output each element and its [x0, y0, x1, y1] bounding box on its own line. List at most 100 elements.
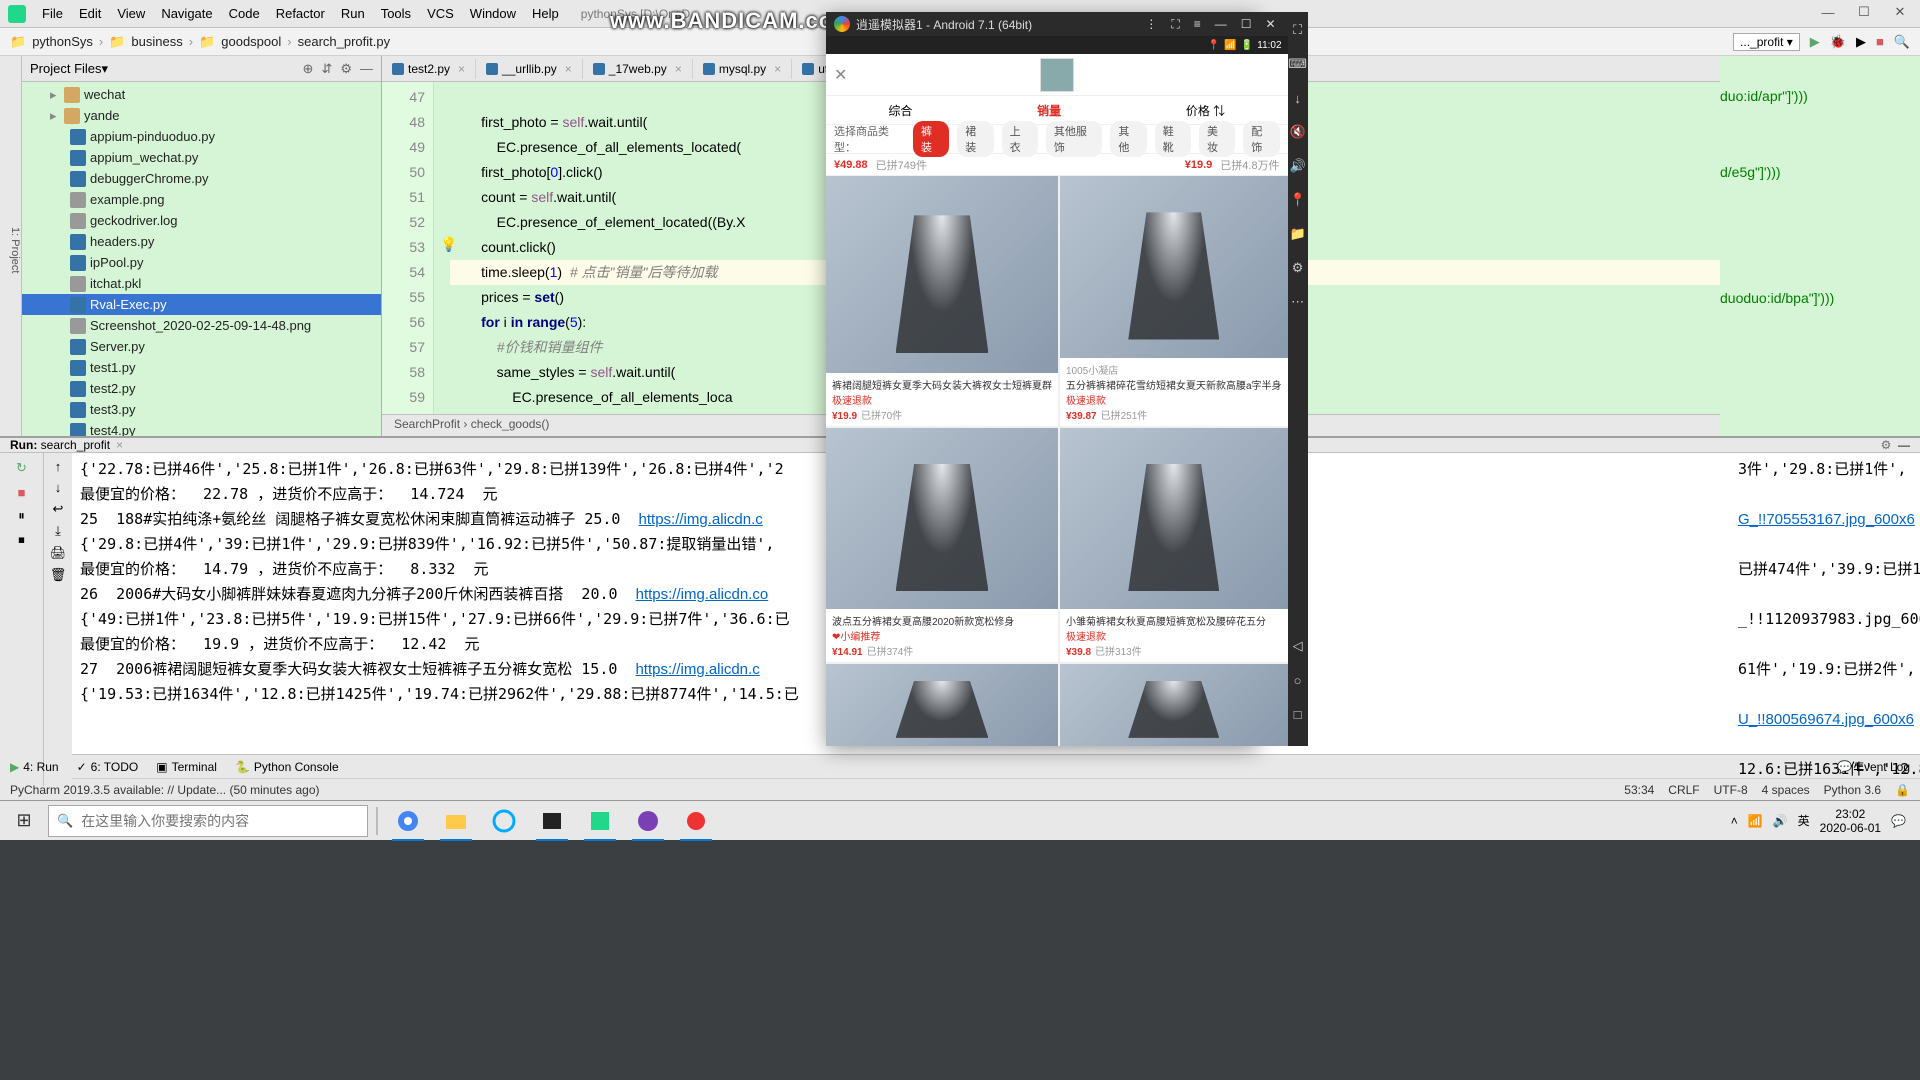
- gps-icon[interactable]: 📍: [1288, 190, 1308, 210]
- window-minimize-icon[interactable]: —: [1814, 2, 1842, 22]
- notification-icon[interactable]: 💬: [1891, 814, 1906, 828]
- sort-price[interactable]: 价格 ⇅: [1186, 102, 1225, 119]
- back-icon[interactable]: ✕: [834, 65, 847, 85]
- window-close-icon[interactable]: ✕: [1886, 2, 1914, 22]
- collapse-icon[interactable]: ⇵: [321, 61, 332, 77]
- explorer-app-icon[interactable]: [434, 801, 478, 841]
- tab-terminal[interactable]: ▣ Terminal: [156, 760, 217, 774]
- tray-sound-icon[interactable]: 🔊: [1773, 814, 1788, 828]
- tree-folder[interactable]: ▸yande: [22, 105, 381, 126]
- tray-network-icon[interactable]: 📶: [1748, 814, 1763, 828]
- run-settings-icon[interactable]: ⚙: [1881, 438, 1892, 452]
- system-tray[interactable]: ˄ 📶 🔊 英 23:02 2020-06-01 💬: [1731, 807, 1916, 835]
- emu-more-icon[interactable]: ⋮: [1141, 17, 1161, 31]
- menu-run[interactable]: Run: [335, 4, 371, 23]
- product-image[interactable]: [826, 176, 1058, 373]
- tree-file[interactable]: test4.py: [22, 420, 381, 436]
- product-image[interactable]: [1060, 428, 1288, 610]
- emu-close-icon[interactable]: ✕: [1262, 17, 1280, 31]
- clear-icon[interactable]: 🗑: [50, 567, 67, 583]
- filter-chip[interactable]: 裙装: [957, 121, 993, 157]
- files-icon[interactable]: 📁: [1288, 224, 1308, 244]
- emu-minimize-icon[interactable]: —: [1211, 17, 1231, 31]
- split-editor-right[interactable]: duo:id/apr"]'))) d/e5g"]'))) duoduo:id/b…: [1720, 56, 1920, 436]
- crumb-business[interactable]: business: [131, 34, 182, 49]
- line-separator[interactable]: CRLF: [1668, 783, 1699, 797]
- emu-menu-icon[interactable]: ≡: [1190, 17, 1205, 31]
- indent-setting[interactable]: 4 spaces: [1762, 783, 1810, 797]
- pause-icon[interactable]: ⏸: [13, 507, 31, 525]
- product-card[interactable]: 1005小凝店 五分裤裤裙碎花雪纺短裙女夏天新款高腰a字半身 极速退款 ¥39.…: [1060, 176, 1288, 426]
- filter-chip[interactable]: 鞋靴: [1155, 121, 1191, 157]
- menu-edit[interactable]: Edit: [73, 4, 107, 23]
- product-card[interactable]: [1060, 664, 1288, 746]
- settings-icon[interactable]: ⚙: [1288, 258, 1308, 278]
- debug-button-icon[interactable]: 🐞: [1830, 34, 1846, 50]
- more-icon[interactable]: ⋯: [1288, 292, 1308, 312]
- filter-chip[interactable]: 其他服饰: [1046, 121, 1103, 157]
- console-output-right[interactable]: 3件','29.8:已拼1件', G_!!705553167.jpg_600x6…: [1730, 453, 1920, 786]
- tree-folder[interactable]: ▸wechat: [22, 84, 381, 105]
- taskbar-search[interactable]: 🔍: [48, 805, 368, 837]
- filter-chip[interactable]: 上衣: [1002, 121, 1038, 157]
- close-tab-icon[interactable]: ×: [458, 62, 465, 76]
- editor-tab[interactable]: mysql.py×: [693, 59, 792, 79]
- emu-fullscreen-icon[interactable]: ⛶: [1167, 17, 1183, 32]
- chrome-app-icon[interactable]: [386, 801, 430, 841]
- tree-file[interactable]: itchat.pkl: [22, 273, 381, 294]
- product-card[interactable]: [826, 664, 1058, 746]
- product-card[interactable]: 波点五分裤裙女夏高腰2020新款宽松修身 ❤小编推荐 ¥14.91已拼374件: [826, 428, 1058, 663]
- android-emulator-window[interactable]: 逍遥模拟器1 - Android 7.1 (64bit) ⋮ ⛶ ≡ — ☐ ✕…: [826, 12, 1258, 746]
- hide-icon[interactable]: —: [360, 61, 373, 76]
- tree-file[interactable]: geckodriver.log: [22, 210, 381, 231]
- menu-help[interactable]: Help: [526, 4, 565, 23]
- browser-app-icon[interactable]: [482, 801, 526, 841]
- intention-bulb-icon[interactable]: 💡: [440, 232, 457, 257]
- caret-position[interactable]: 53:34: [1624, 783, 1654, 797]
- lock-icon[interactable]: 🔒: [1895, 783, 1910, 797]
- product-card[interactable]: 裤裙阔腿短裤女夏季大码女装大裤衩女士短裤夏群 极速退款 ¥19.9已拼70件: [826, 176, 1058, 426]
- editor-tab[interactable]: __urllib.py×: [476, 59, 583, 79]
- tray-ime-icon[interactable]: 英: [1798, 812, 1810, 829]
- volume-mute-icon[interactable]: 🔇: [1288, 122, 1308, 142]
- menu-window[interactable]: Window: [464, 4, 522, 23]
- soft-wrap-icon[interactable]: ↩: [53, 501, 64, 517]
- filter-chip[interactable]: 美妆: [1199, 121, 1235, 157]
- product-card[interactable]: 小雏菊裤裙女秋夏高腰短裤宽松及腰碎花五分 极速退款 ¥39.8已拼313件: [1060, 428, 1288, 663]
- stop-icon[interactable]: ■: [13, 483, 31, 501]
- close-tab-icon[interactable]: ×: [675, 62, 682, 76]
- python-interpreter[interactable]: Python 3.6: [1824, 783, 1881, 797]
- run-config-dropdown[interactable]: ..._profit ▾: [1733, 33, 1800, 51]
- crumb-file[interactable]: search_profit.py: [298, 34, 391, 49]
- tree-file[interactable]: Rval-Exec.py: [22, 294, 381, 315]
- tree-file[interactable]: ipPool.py: [22, 252, 381, 273]
- menu-tools[interactable]: Tools: [375, 4, 417, 23]
- android-recent-icon[interactable]: □: [1288, 704, 1308, 724]
- android-home-icon[interactable]: ○: [1288, 670, 1308, 690]
- product-image[interactable]: [826, 664, 1058, 746]
- close-tab-icon[interactable]: ×: [774, 62, 781, 76]
- filter-chip[interactable]: 裤装: [913, 121, 949, 157]
- search-thumbnail[interactable]: [1040, 58, 1074, 92]
- search-input[interactable]: [81, 813, 359, 829]
- tree-file[interactable]: test3.py: [22, 399, 381, 420]
- run-hide-icon[interactable]: —: [1898, 438, 1910, 452]
- pycharm-app-icon[interactable]: [578, 801, 622, 841]
- tab-run[interactable]: ▶4: Run: [10, 760, 59, 774]
- expand-icon[interactable]: ⛶: [1288, 20, 1308, 40]
- tab-event-log[interactable]: 💬 Event Log: [1837, 760, 1910, 774]
- product-image[interactable]: [826, 428, 1058, 610]
- tree-file[interactable]: test2.py: [22, 378, 381, 399]
- status-message[interactable]: PyCharm 2019.3.5 available: // Update...…: [10, 783, 320, 797]
- product-grid[interactable]: 裤裙阔腿短裤女夏季大码女装大裤衩女士短裤夏群 极速退款 ¥19.9已拼70件 1…: [826, 176, 1288, 746]
- tree-file[interactable]: debuggerChrome.py: [22, 168, 381, 189]
- run-button-icon[interactable]: ▶: [1810, 34, 1820, 50]
- taskbar-clock[interactable]: 23:02 2020-06-01: [1820, 807, 1881, 835]
- tree-file[interactable]: headers.py: [22, 231, 381, 252]
- close-tab-icon[interactable]: ×: [565, 62, 572, 76]
- tree-file[interactable]: test1.py: [22, 357, 381, 378]
- volume-up-icon[interactable]: 🔊: [1288, 156, 1308, 176]
- sort-sales[interactable]: 销量: [1037, 102, 1061, 119]
- product-image[interactable]: [1060, 664, 1288, 746]
- file-encoding[interactable]: UTF-8: [1714, 783, 1748, 797]
